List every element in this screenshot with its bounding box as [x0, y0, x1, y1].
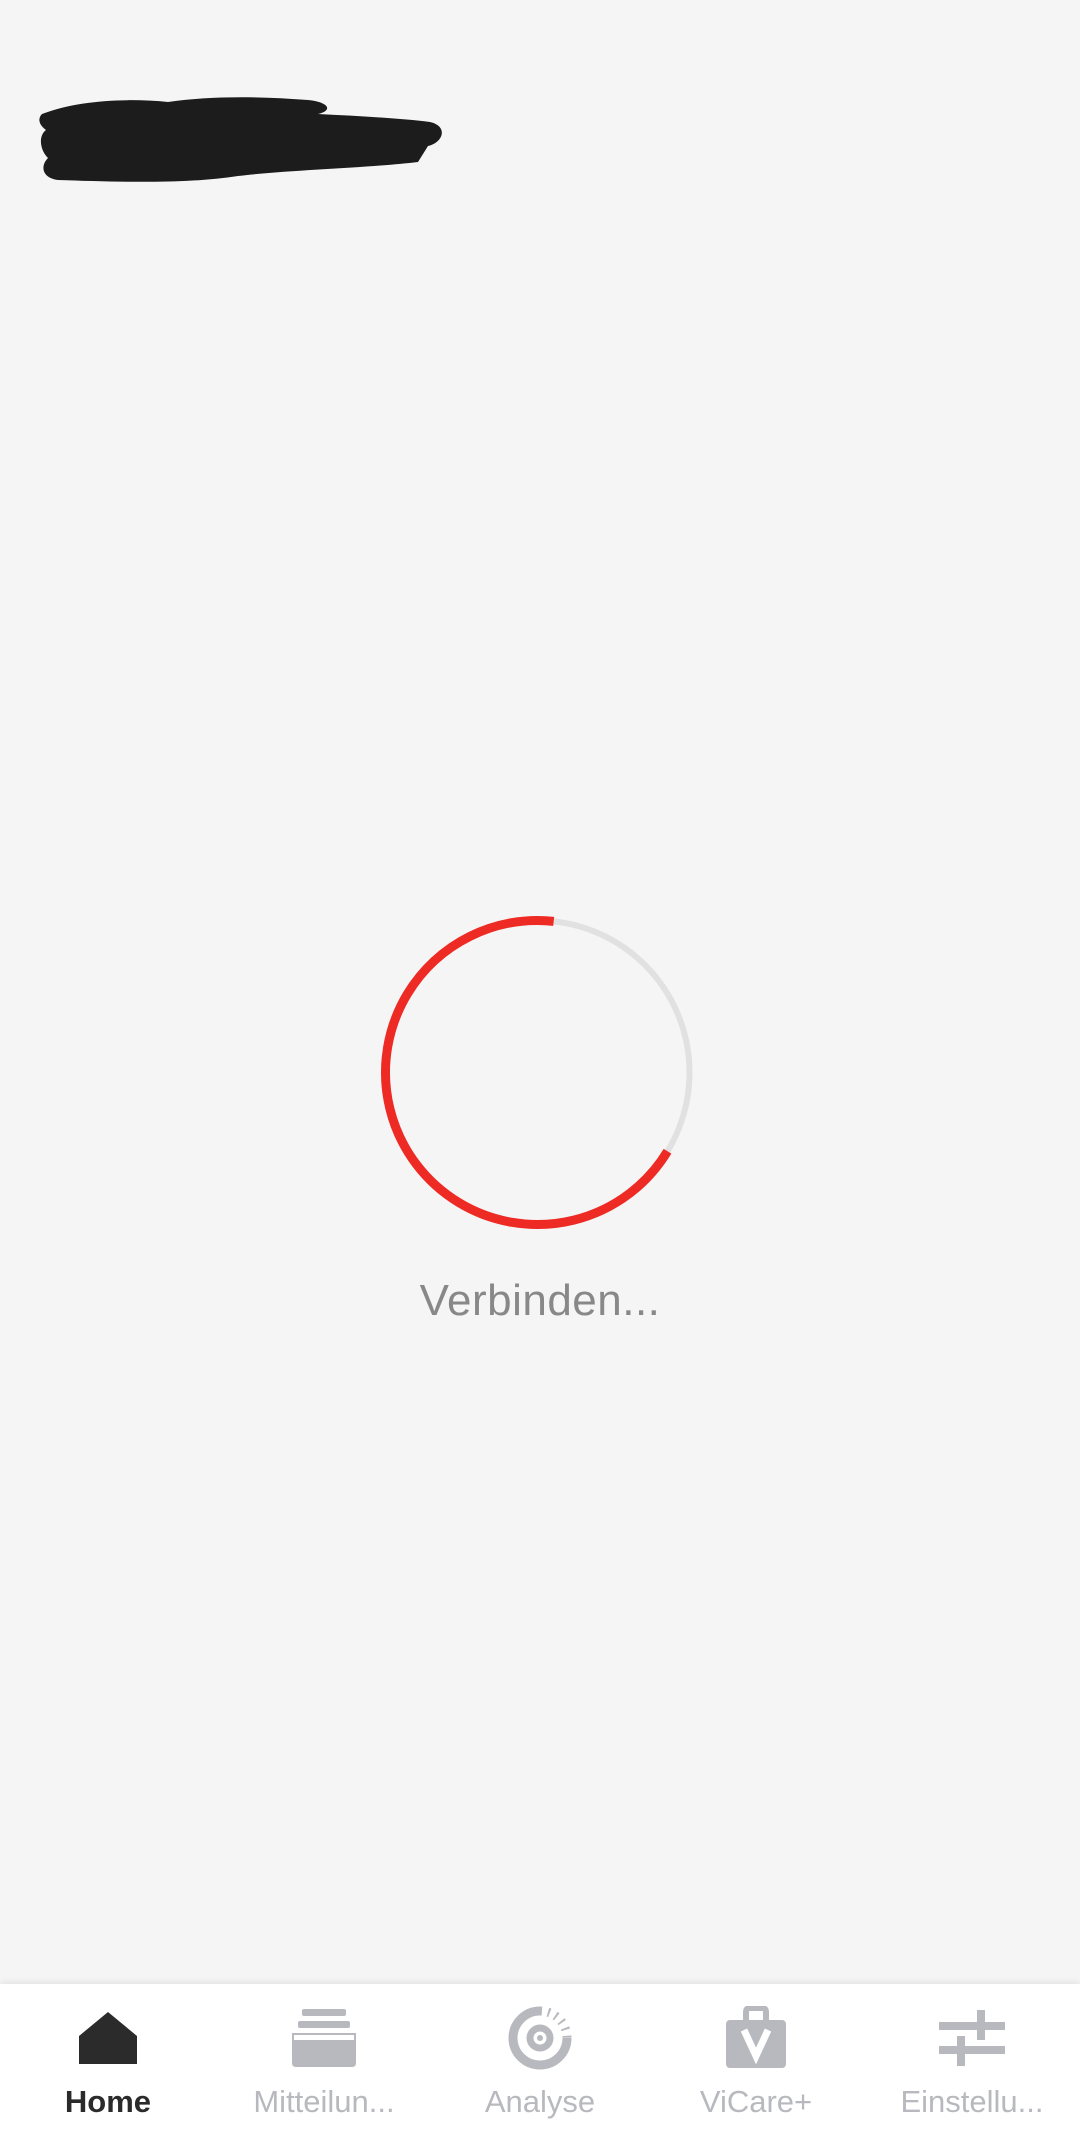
nav-item-analysis[interactable]: Analyse [432, 1984, 648, 2134]
analysis-icon [508, 2006, 572, 2070]
loading-spinner [381, 916, 694, 1229]
inbox-icon [292, 2009, 356, 2067]
nav-label-messages: Mitteilun... [253, 2084, 395, 2119]
screen: Verbinden... Home Mitteilun... Analyse V… [0, 0, 1080, 2134]
home-icon [79, 2012, 137, 2064]
nav-label-settings: Einstellu... [900, 2084, 1044, 2119]
settings-sliders-icon [939, 2010, 1005, 2066]
bottom-navigation-bar: Home Mitteilun... Analyse ViCare+ Einste… [0, 1984, 1080, 2134]
nav-label-analysis: Analyse [484, 2084, 596, 2119]
nav-item-vicare-plus[interactable]: ViCare+ [648, 1984, 864, 2134]
nav-item-settings[interactable]: Einstellu... [864, 1984, 1080, 2134]
nav-label-home: Home [64, 2084, 152, 2119]
shopping-bag-icon [726, 2006, 786, 2068]
spinner-progress-arc [381, 916, 694, 1229]
nav-label-vicare-plus: ViCare+ [699, 2084, 813, 2119]
connecting-status-text: Verbinden... [419, 1276, 661, 1325]
nav-item-home[interactable]: Home [0, 1984, 216, 2134]
nav-item-messages[interactable]: Mitteilun... [216, 1984, 432, 2134]
redacted-title [39, 97, 442, 182]
